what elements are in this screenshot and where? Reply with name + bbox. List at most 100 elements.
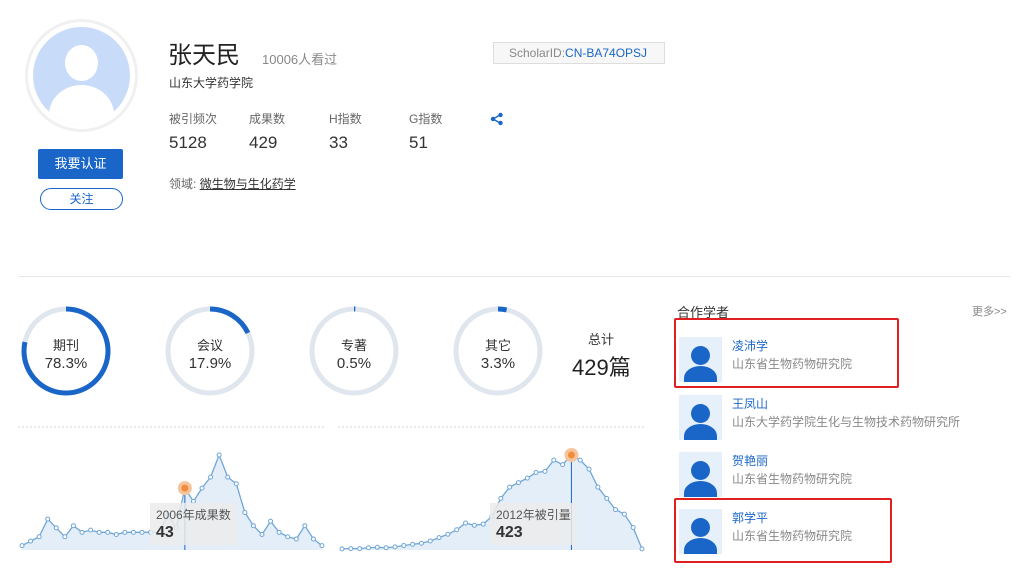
chart-point[interactable] [383,545,389,551]
chart-point[interactable] [250,523,256,529]
follow-button[interactable]: 关注 [40,188,123,210]
chart-point[interactable] [53,525,59,531]
chart-point[interactable] [319,543,325,549]
chart-point[interactable] [577,457,583,463]
chart-point[interactable] [70,523,76,529]
more-link[interactable]: 更多>> [972,303,1007,319]
user-avatar-icon [679,452,722,497]
chart-point[interactable] [613,507,619,513]
chart-point[interactable] [436,535,442,541]
chart-point[interactable] [285,534,291,540]
chart-point[interactable] [36,534,42,540]
chart-point[interactable] [79,529,85,535]
scholar-id-label: ScholarID: [509,46,566,60]
chart-point[interactable] [233,481,239,487]
total-value: 429篇 [572,355,631,380]
chart-point[interactable] [463,520,469,526]
chart-point[interactable] [507,484,513,490]
citations-trend-chart[interactable]: 2012年被引量 423 [338,425,648,553]
chart-point[interactable] [445,531,451,537]
affiliation: 山东大学药学院 [169,76,254,90]
donut-conference: 会议 17.9% [164,305,256,397]
chart-point[interactable] [130,529,136,535]
chart-point[interactable] [293,536,299,542]
stat-label: H指数 [329,112,362,126]
donut-value: 3.3% [480,355,516,372]
stat-value: 51 [409,133,428,152]
chart-point[interactable] [199,485,205,491]
chart-point[interactable] [242,509,248,515]
chart-point[interactable] [225,474,231,480]
chart-point[interactable] [542,468,548,474]
donut-label: 期刊 [52,338,79,353]
chart-point[interactable] [310,536,316,542]
chart-point[interactable] [113,532,119,538]
chart-point[interactable] [410,541,416,547]
coauthor-item[interactable]: 王凤山 山东大学药学院生化与生物技术药物研究所 [677,391,1007,443]
chart-point[interactable] [401,543,407,549]
stat-value: 5128 [169,133,207,152]
chart-point[interactable] [515,480,521,486]
results-trend-chart[interactable]: 2006年成果数 43 [18,425,328,553]
donut-value: 0.5% [336,355,372,372]
chart-point[interactable] [348,546,354,552]
chart-point[interactable] [88,527,94,533]
chart-point[interactable] [276,529,282,535]
chart-point[interactable] [560,462,566,468]
tooltip-label: 2006年成果数 [156,508,231,522]
chart-point[interactable] [357,546,363,552]
chart-point[interactable] [302,523,308,529]
chart-point[interactable] [96,529,102,535]
chart-point[interactable] [595,484,601,490]
chart-point[interactable] [604,495,610,501]
chart-point[interactable] [62,534,68,540]
user-silhouette-icon [33,27,130,124]
claim-button[interactable]: 我要认证 [38,149,123,179]
chart-point-active[interactable] [181,484,189,492]
chart-point[interactable] [630,525,636,531]
chart-tooltip: 2006年成果数 43 [150,503,237,545]
highlight-box [674,318,899,388]
chart-point[interactable] [480,521,486,527]
field-link[interactable]: 微生物与生化药学 [200,177,296,191]
chart-point[interactable] [498,495,504,501]
chart-point[interactable] [471,522,477,528]
highlight-box [674,498,892,563]
chart-point[interactable] [418,540,424,546]
chart-point[interactable] [216,452,222,458]
chart-point[interactable] [19,543,25,549]
tooltip-value: 423 [496,524,523,541]
coauthor-item[interactable]: 贺艳丽 山东省生物药物研究院 [677,448,1007,500]
coauthor-name[interactable]: 贺艳丽 [732,452,768,469]
scholar-name: 张天民 [168,42,240,69]
tooltip-value: 43 [156,524,174,541]
chart-point[interactable] [268,518,274,524]
chart-point[interactable] [122,529,128,535]
chart-point[interactable] [392,544,398,550]
chart-point[interactable] [533,470,539,476]
share-icon[interactable] [490,112,504,131]
chart-point[interactable] [454,527,460,533]
chart-point[interactable] [365,545,371,551]
coauthor-affiliation: 山东省生物药物研究院 [732,472,853,486]
stat-results: 成果数 429 [249,110,285,153]
chart-point[interactable] [374,544,380,550]
chart-point[interactable] [427,538,433,544]
chart-point[interactable] [621,511,627,517]
coauthor-name[interactable]: 王凤山 [732,395,768,412]
chart-point[interactable] [139,529,145,535]
chart-point[interactable] [551,457,557,463]
chart-point-active[interactable] [567,451,575,459]
chart-point[interactable] [45,516,51,522]
donut-label: 其它 [484,338,511,353]
chart-point[interactable] [28,538,34,544]
chart-point[interactable] [639,546,645,552]
chart-point[interactable] [524,475,530,481]
chart-point[interactable] [586,466,592,472]
chart-point[interactable] [339,546,345,552]
stat-label: 被引频次 [169,112,218,126]
chart-point[interactable] [105,529,111,535]
chart-point[interactable] [208,474,214,480]
section-divider [18,276,1010,277]
chart-point[interactable] [259,532,265,538]
